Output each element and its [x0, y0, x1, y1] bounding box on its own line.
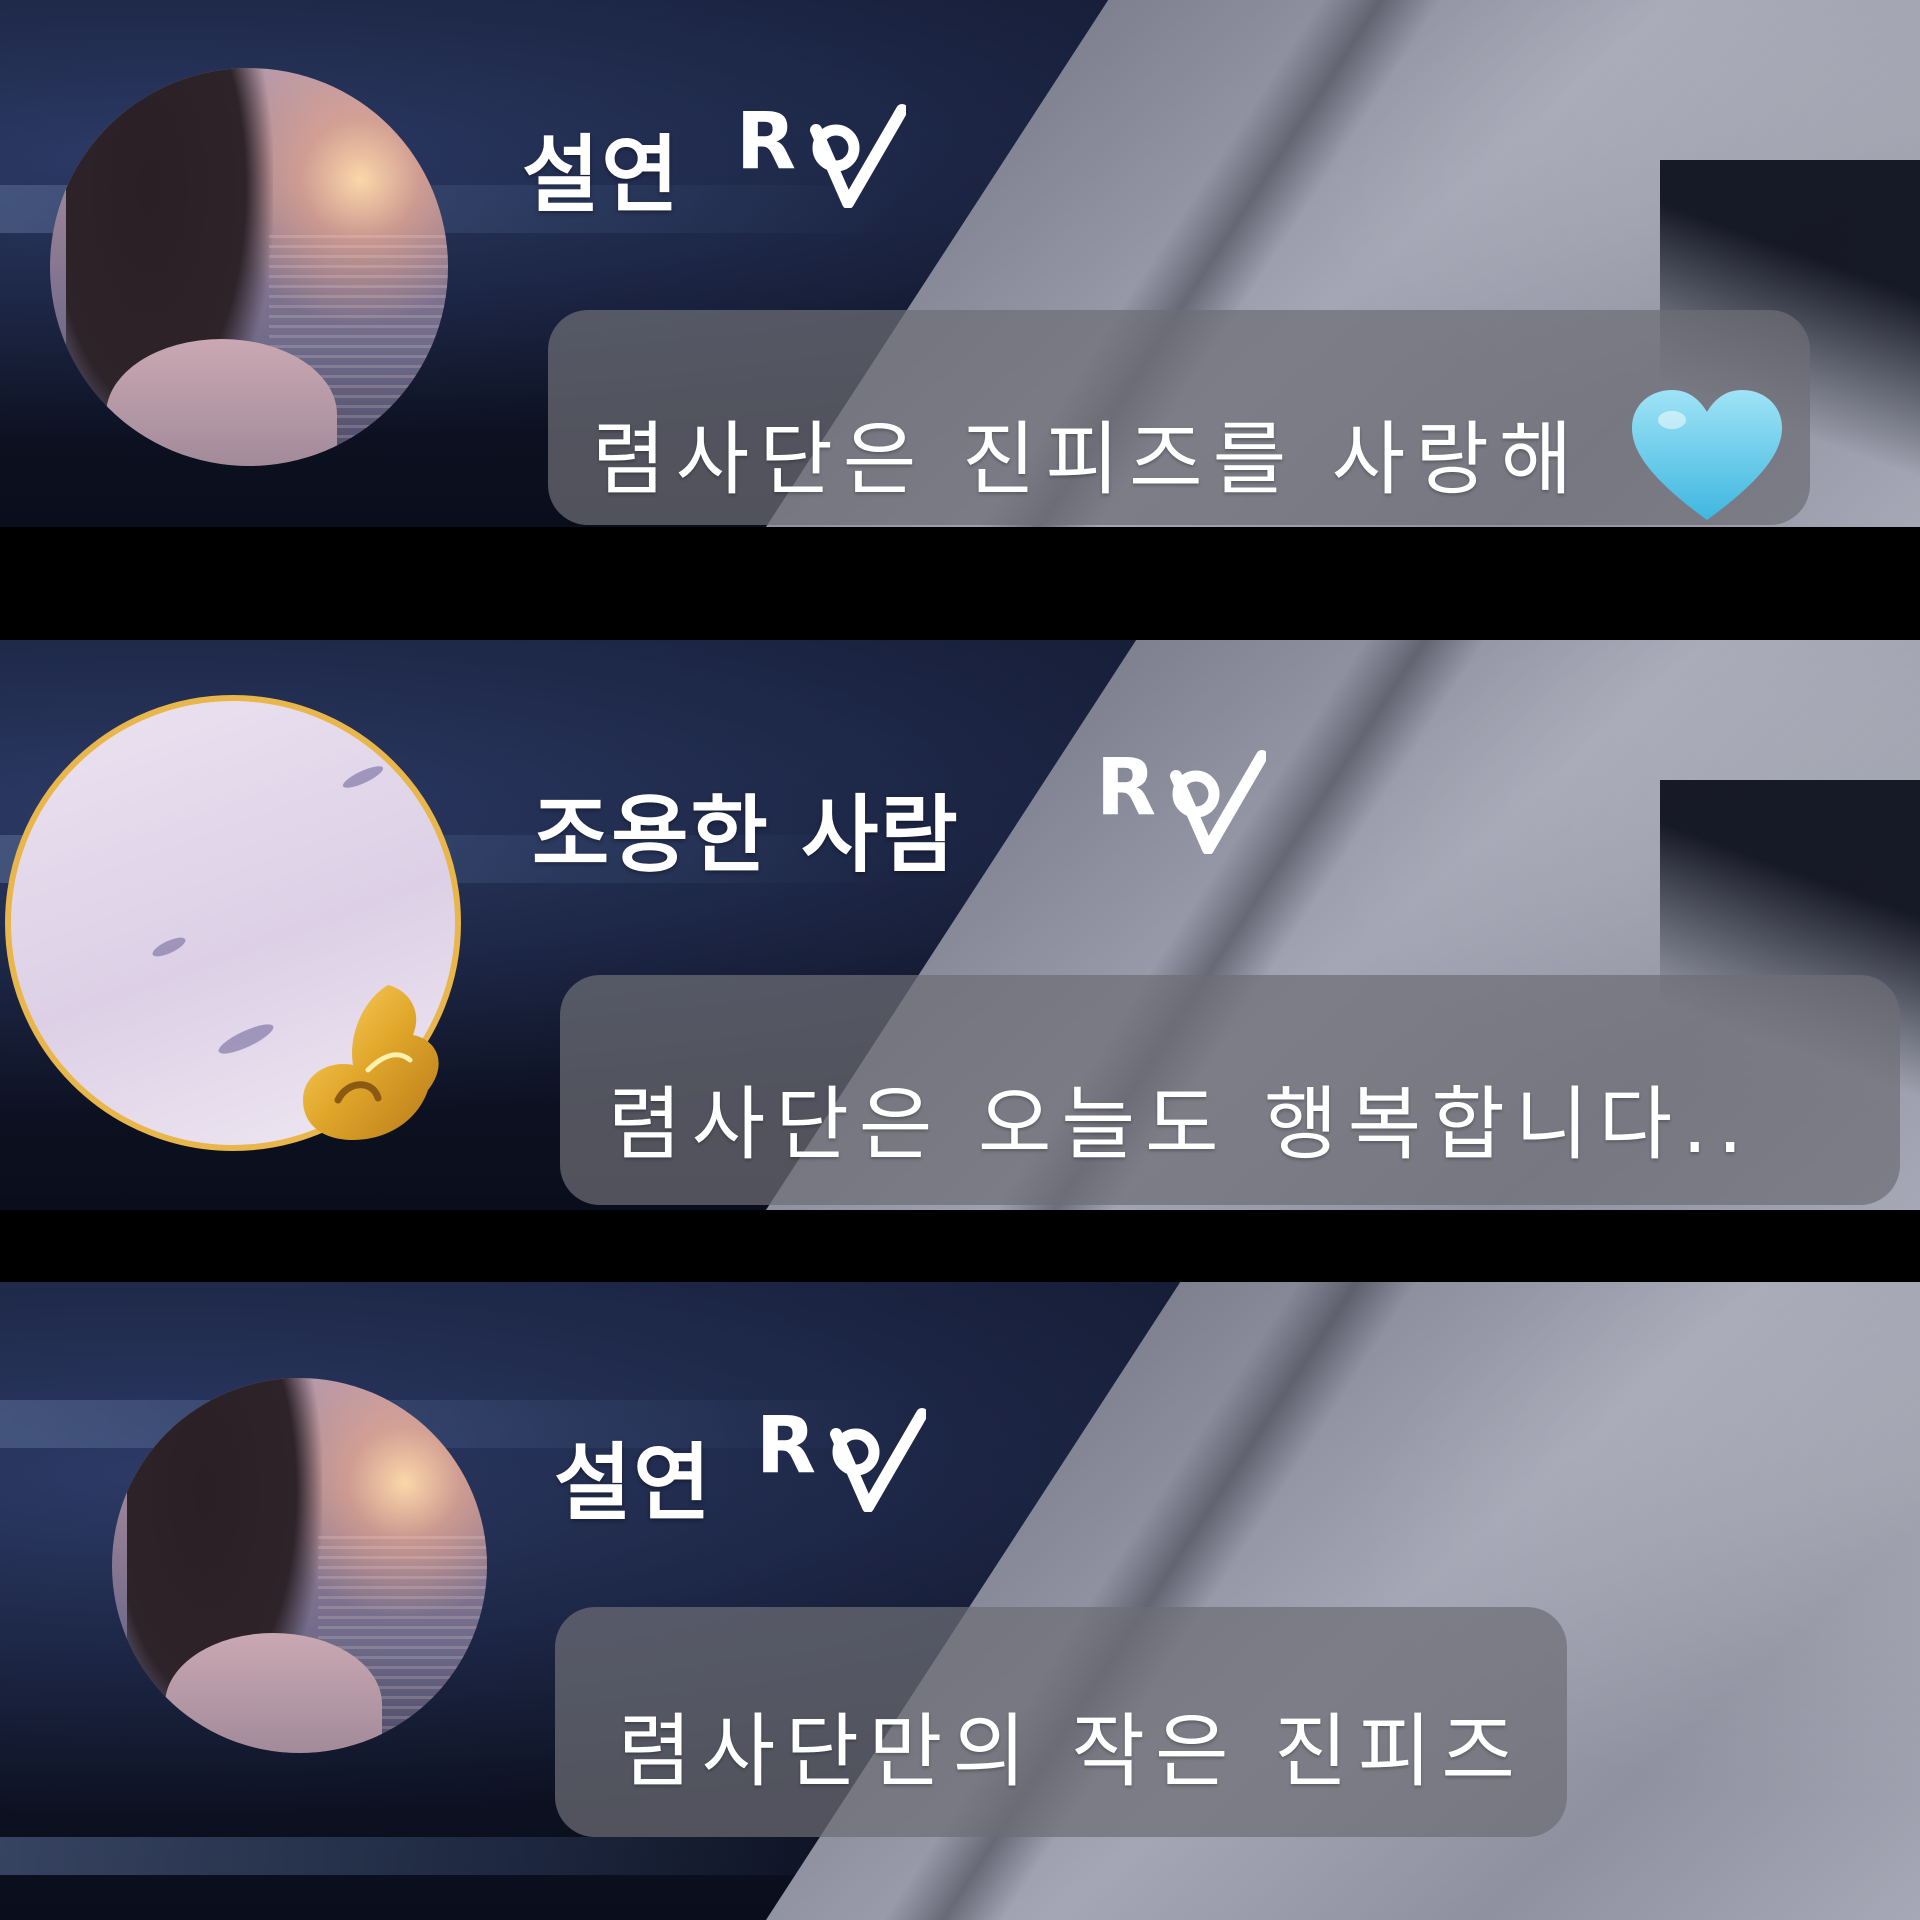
- chat-panel-3: 설연 R 렴사단만의 작은 진피즈: [0, 1282, 1920, 1920]
- role-badge-letter: R: [1096, 744, 1156, 833]
- message-text: 렴사단은 진피즈를 사랑해: [592, 413, 1583, 506]
- chat-panel-1: 설연 R 렴사단은 진피즈를 사랑해: [0, 0, 1920, 527]
- avatar-petal: [150, 933, 188, 961]
- avatar-petal: [215, 1019, 277, 1059]
- role-badge-icon: R: [756, 1402, 926, 1512]
- sender-avatar[interactable]: [112, 1378, 487, 1753]
- sender-name[interactable]: 조용한 사람: [532, 768, 960, 889]
- role-badge-icon: R: [1096, 744, 1266, 854]
- role-badge-icon: R: [736, 98, 906, 208]
- chat-panel-2: 조용한 사람 R 렴사단은 오늘도 행복합니다..: [0, 640, 1920, 1210]
- gold-ribbon-badge-icon: [303, 985, 439, 1140]
- role-badge-letter: R: [756, 1402, 816, 1491]
- background-band: [0, 1837, 900, 1875]
- avatar-petal: [340, 762, 386, 792]
- screenshot-collage: 설연 R 렴사단은 진피즈를 사랑해 조용한 사람 R 렴사단은 오늘도 행복합…: [0, 0, 1920, 1920]
- sender-name[interactable]: 설연: [554, 1416, 713, 1537]
- message-text: 렴사단만의 작은 진피즈: [618, 1705, 1525, 1798]
- sender-avatar[interactable]: [50, 68, 448, 466]
- message-text: 렴사단은 오늘도 행복합니다..: [608, 1078, 1753, 1171]
- light-blue-heart-icon: [1632, 390, 1782, 520]
- role-badge-letter: R: [736, 98, 796, 187]
- sender-name[interactable]: 설연: [522, 108, 681, 229]
